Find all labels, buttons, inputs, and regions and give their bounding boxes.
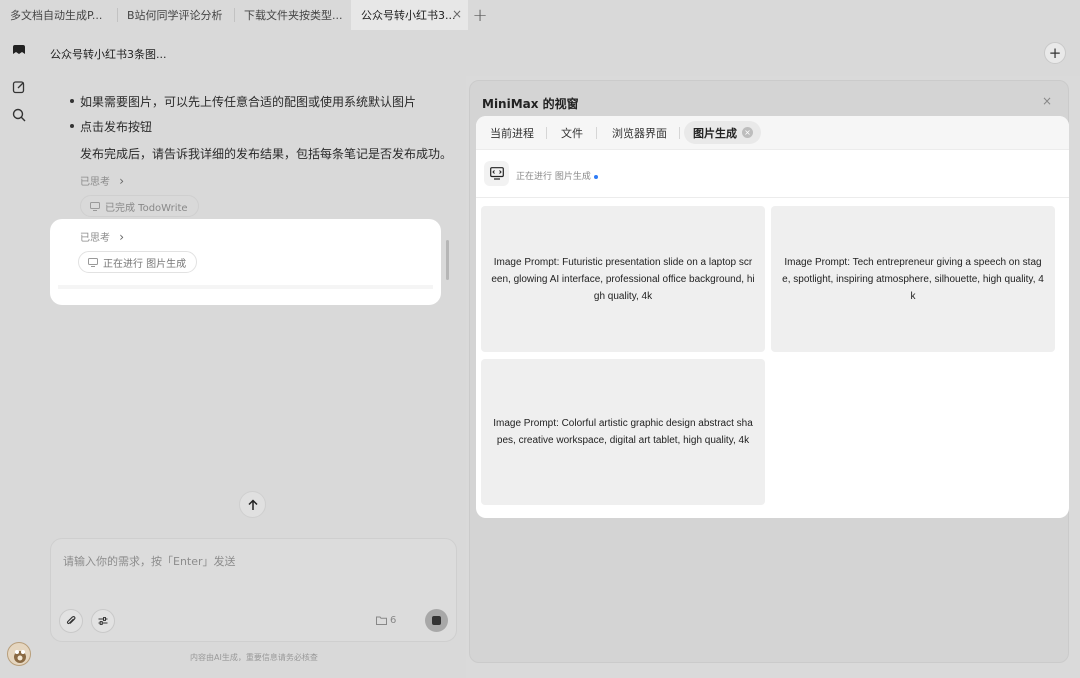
progress-status: 正在进行 图片生成 (476, 151, 1069, 198)
image-generation-card: 当前进程 文件 浏览器界面 图片生成 × 正在进行 图片生成 Image Pro… (476, 116, 1069, 518)
progress-text: 正在进行 图片生成 (516, 172, 591, 182)
code-screen-icon (484, 161, 509, 186)
tab-browser-view[interactable]: 浏览器界面 (612, 125, 667, 141)
divider (58, 285, 433, 289)
list-item: 点击发布按钮 (69, 120, 153, 134)
message-input[interactable] (63, 555, 443, 568)
scroll-to-top-button[interactable] (239, 491, 266, 518)
tab-bar: 多文档自动生成P... B站何同学评论分析 下载文件夹按类型... 公众号转小红… (0, 0, 1080, 30)
paperclip-icon (66, 616, 76, 625)
message-composer: 6 (50, 538, 457, 642)
tab-label: B站何同学评论分析 (127, 9, 223, 22)
avatar[interactable] (7, 642, 31, 666)
tab-bilibili-comments[interactable]: B站何同学评论分析 (117, 0, 234, 30)
monitor-icon (88, 258, 98, 267)
ai-disclaimer: 内容由AI生成，重要信息请务必核查 (190, 653, 318, 662)
attach-button[interactable] (59, 609, 83, 633)
close-icon[interactable]: × (1042, 94, 1052, 108)
tool-chip-label: 已完成 TodoWrite (105, 202, 188, 214)
tab-label: 公众号转小红书3... (361, 9, 456, 22)
image-prompt-card[interactable]: Image Prompt: Colorful artistic graphic … (481, 359, 765, 505)
tab-label: 多文档自动生成P... (10, 9, 103, 22)
divider (596, 127, 597, 139)
page-title: 公众号转小红书3条图... (50, 48, 167, 61)
highlighted-message: 已思考 › 正在进行 图片生成 (50, 219, 441, 305)
file-count-value: 6 (390, 615, 397, 626)
tab-doc-ppt[interactable]: 多文档自动生成P... (0, 0, 117, 30)
tool-chip-todowrite[interactable]: 已完成 TodoWrite (80, 195, 199, 217)
conversation-header: 公众号转小红书3条图... + (38, 30, 1080, 76)
divider (679, 127, 680, 139)
close-icon[interactable]: × (452, 7, 462, 21)
thought-toggle[interactable]: 已思考 › (80, 173, 124, 188)
panel-title: MiniMax 的视窗 (482, 97, 579, 111)
loading-dot-icon (593, 174, 598, 179)
divider (546, 127, 547, 139)
close-icon[interactable]: × (742, 127, 753, 138)
tab-wechat-to-xiaohongshu[interactable]: 公众号转小红书3... × (351, 0, 468, 30)
chat-panel: 如果需要图片，可以先上传任意合适的配图或使用系统默认图片 点击发布按钮 发布完成… (38, 76, 466, 678)
settings-button[interactable] (91, 609, 115, 633)
search-icon[interactable] (11, 107, 27, 123)
tab-label: 图片生成 (693, 126, 737, 140)
file-count[interactable]: 6 (376, 615, 396, 626)
sliders-icon (98, 617, 108, 625)
chevron-right-icon: › (119, 230, 124, 244)
arrow-up-icon (247, 498, 258, 510)
tab-image-generation[interactable]: 图片生成 × (684, 121, 761, 144)
thought-label: 已思考 (80, 177, 110, 188)
left-rail (0, 30, 38, 678)
stop-button[interactable] (425, 609, 448, 632)
tab-label: 下载文件夹按类型... (244, 9, 343, 22)
tool-chip-image-generation[interactable]: 正在进行 图片生成 (78, 251, 198, 273)
new-tab-button[interactable]: + (468, 0, 492, 30)
monitor-icon (90, 202, 100, 211)
thought-label: 已思考 (80, 233, 110, 244)
avatar-image-icon (14, 650, 26, 663)
progress-label: 正在进行 图片生成 (516, 169, 598, 182)
tab-download-folder[interactable]: 下载文件夹按类型... (234, 0, 351, 30)
tab-files[interactable]: 文件 (561, 125, 583, 141)
image-prompt-card[interactable]: Image Prompt: Tech entrepreneur giving a… (771, 206, 1055, 352)
tab-current-process[interactable]: 当前进程 (490, 125, 534, 141)
chevron-right-icon: › (119, 174, 124, 188)
thought-toggle[interactable]: 已思考 › (80, 229, 124, 244)
image-prompt-card[interactable]: Image Prompt: Futuristic presentation sl… (481, 206, 765, 352)
logo-icon (13, 45, 25, 54)
add-button[interactable]: + (1044, 42, 1066, 64)
folder-icon (376, 616, 387, 625)
list-item: 如果需要图片，可以先上传任意合适的配图或使用系统默认图片 (69, 95, 417, 109)
tool-chip-label: 正在进行 图片生成 (103, 258, 187, 270)
panel-tabs: 当前进程 文件 浏览器界面 图片生成 × (476, 116, 1069, 150)
stop-icon (432, 616, 441, 625)
message-paragraph: 发布完成后，请告诉我详细的发布结果，包括每条笔记是否发布成功。 (80, 147, 453, 161)
chat-scrollbar[interactable] (446, 240, 449, 280)
new-chat-icon[interactable] (11, 79, 27, 95)
